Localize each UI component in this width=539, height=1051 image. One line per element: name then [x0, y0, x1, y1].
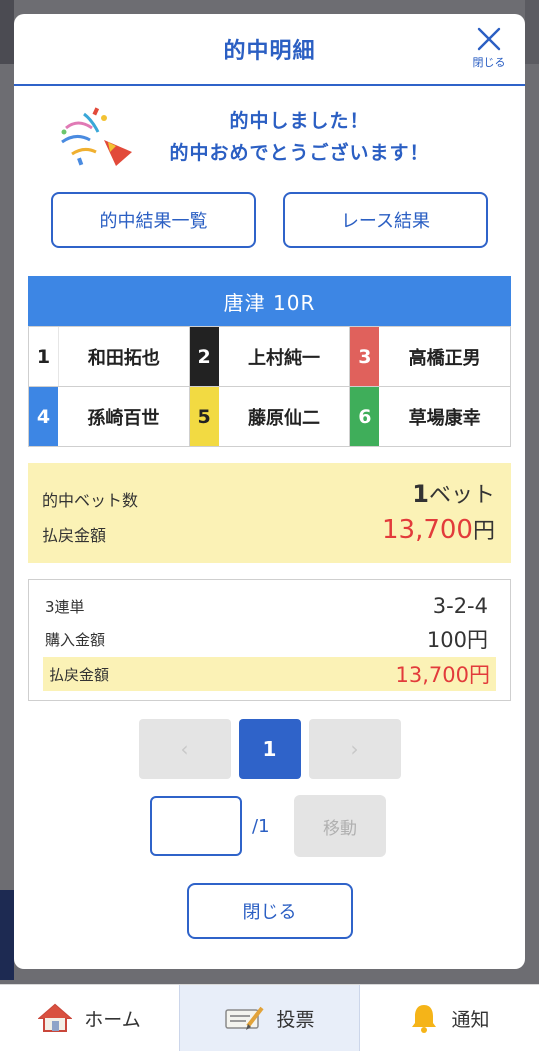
detail-payout-value: 13,700円 [395, 663, 490, 687]
payout-value: 13,700円 [382, 513, 495, 545]
nav-notify[interactable]: 通知 [360, 985, 539, 1051]
ticket-icon [225, 1006, 265, 1030]
page-number-input[interactable] [150, 796, 242, 856]
congrats-message: 的中しました！ 的中おめでとうございます！ [14, 104, 525, 184]
hit-detail-modal: 的中明細 閉じる 的中しました！ 的中おめでとうございます！ 的中結果一覧 レー… [14, 14, 525, 969]
modal-title: 的中明細 [223, 39, 316, 64]
racer-cell: 5 藤原仙二 [189, 386, 351, 446]
nav-vote[interactable]: 投票 [179, 985, 360, 1051]
nav-home-label: ホーム [84, 1008, 141, 1031]
racer-cell: 1 和田拓也 [29, 326, 190, 386]
racer-cell: 3 高橋正男 [350, 326, 511, 386]
payout-label: 払戻金額 [42, 526, 107, 545]
background-banner [0, 890, 14, 980]
racer-cell: 2 上村純一 [189, 326, 351, 386]
result-buttons: 的中結果一覧 レース結果 [14, 192, 525, 248]
bet-detail: 3連単 3-2-4 購入金額 100円 払戻金額 13,700円 [28, 579, 511, 701]
detail-row-type: 3連単 3-2-4 [45, 590, 488, 622]
racer-name: 草場康幸 [408, 407, 481, 429]
modal-header: 的中明細 閉じる [14, 14, 525, 86]
race-title: 唐津 10R [28, 276, 511, 326]
racer-number: 5 [189, 387, 219, 446]
hit-results-button[interactable]: 的中結果一覧 [51, 192, 256, 248]
bet-count-label: 的中ベット数 [42, 491, 139, 510]
racer-grid: 1 和田拓也 2 上村純一 3 高橋正男 4 孫崎百世 5 藤原仙二 6 草場康幸 [28, 326, 511, 447]
page-total: /1 [252, 815, 270, 837]
pagination: ‹ 1 › [14, 719, 525, 779]
nav-vote-label: 投票 [276, 1008, 315, 1031]
racer-cell: 4 孫崎百世 [29, 386, 190, 446]
payout-unit: 円 [472, 519, 495, 544]
racer-name: 高橋正男 [408, 347, 481, 369]
current-page[interactable]: 1 [238, 719, 301, 779]
close-button[interactable]: 閉じる [186, 883, 353, 939]
background-page [0, 0, 14, 64]
bet-type-value: 3-2-4 [432, 594, 488, 618]
racer-name: 和田拓也 [87, 347, 160, 369]
detail-row-payout: 払戻金額 13,700円 [43, 657, 496, 691]
nav-notify-label: 通知 [451, 1008, 490, 1031]
racer-cell: 6 草場康幸 [350, 386, 511, 446]
payout-amount: 13,700 [382, 515, 473, 545]
racer-number: 3 [350, 327, 380, 386]
purchase-label: 購入金額 [45, 630, 106, 649]
page-jump: /1 移動 [150, 795, 525, 857]
bell-icon [412, 1005, 437, 1033]
home-icon [38, 1003, 73, 1032]
modal-close-label: 閉じる [472, 56, 506, 69]
next-page-button[interactable]: › [308, 719, 401, 779]
detail-payout-label: 払戻金額 [49, 665, 110, 684]
racer-name: 藤原仙二 [247, 407, 320, 429]
bet-count-number: 1 [412, 480, 429, 508]
modal-close-button[interactable]: 閉じる [467, 26, 511, 74]
prev-page-button[interactable]: ‹ [138, 719, 231, 779]
jump-button[interactable]: 移動 [294, 795, 386, 857]
close-icon [477, 27, 501, 51]
purchase-value: 100円 [426, 628, 488, 652]
racer-number: 6 [350, 387, 380, 446]
bet-count-unit: ベット [428, 483, 495, 508]
racer-name: 上村純一 [247, 347, 320, 369]
bet-type-label: 3連単 [45, 597, 85, 616]
nav-home[interactable]: ホーム [0, 985, 179, 1051]
bottom-nav: ホーム 投票 通知 [0, 984, 539, 1051]
detail-row-purchase: 購入金額 100円 [45, 623, 488, 655]
race-results-button[interactable]: レース結果 [283, 192, 488, 248]
racer-number: 1 [29, 327, 59, 386]
bet-count-value: 1ベット [412, 477, 495, 509]
racer-number: 4 [29, 387, 58, 446]
racer-name: 孫崎百世 [87, 407, 160, 429]
congrats-line-1: 的中しました！ [229, 110, 370, 132]
hit-summary: 的中ベット数 1ベット 払戻金額 13,700円 [28, 463, 511, 563]
congrats-line-2: 的中おめでとうございます！ [169, 142, 430, 164]
background-page-right [525, 0, 539, 64]
racer-number: 2 [189, 327, 219, 386]
